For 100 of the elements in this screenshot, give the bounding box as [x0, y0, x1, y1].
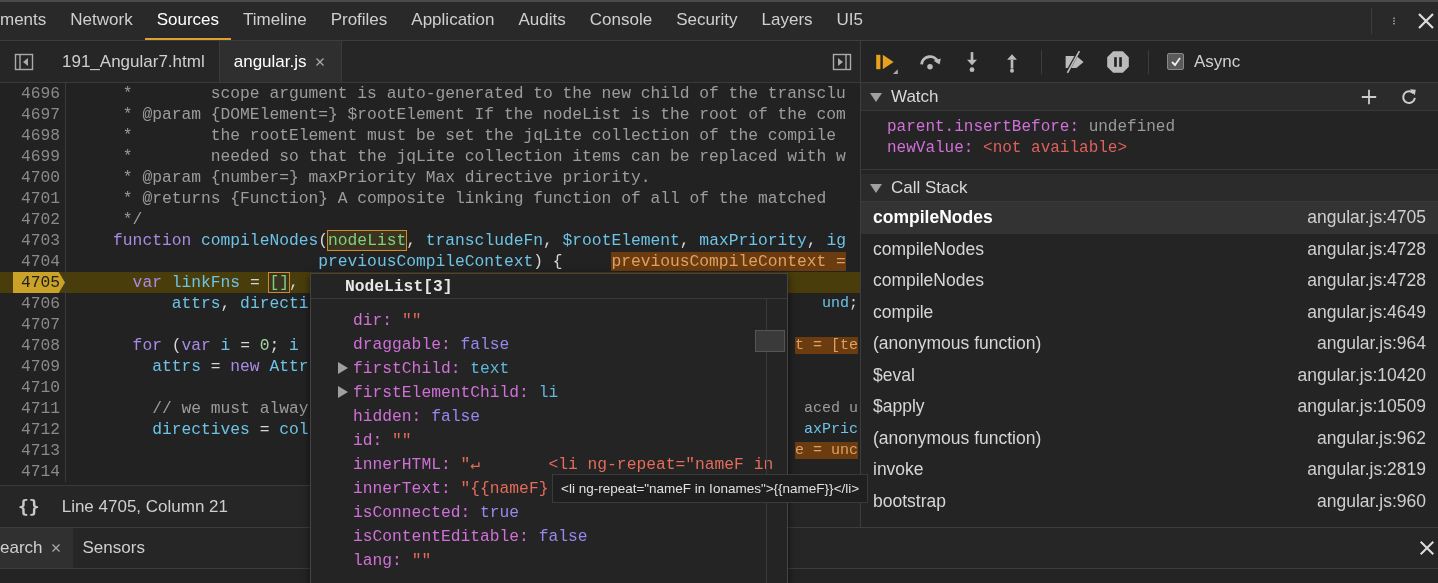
code-line: previousCompileContext) { previousCompileContext = — [317, 252, 846, 271]
line-number[interactable]: 4714 — [20, 461, 65, 482]
async-checkbox[interactable] — [1167, 53, 1184, 70]
call-stack-frame[interactable]: $eval angular.js:10420 — [861, 359, 1438, 391]
disclosure-triangle-icon[interactable] — [337, 361, 349, 375]
object-property: isConnected: true — [353, 502, 520, 522]
code-line: attrs = new Attr — [151, 357, 309, 376]
line-number[interactable]: 4698 — [20, 125, 65, 146]
panel-tab[interactable]: Timeline — [231, 2, 319, 40]
line-number[interactable]: 4711 — [20, 398, 65, 419]
refresh-icon[interactable] — [1400, 87, 1418, 106]
source-location: angular.js:4705 — [1307, 207, 1426, 229]
object-property: firstElementChild: li — [353, 382, 559, 402]
panel-tab[interactable]: Layers — [749, 2, 825, 40]
panel-tab[interactable]: Console — [577, 2, 665, 40]
line-number[interactable]: 4708 — [20, 335, 65, 356]
object-property: firstChild: text — [353, 358, 510, 378]
pause-on-exceptions-icon[interactable] — [1106, 49, 1130, 74]
object-property: lang: "" — [353, 550, 432, 570]
line-number[interactable]: 4696 — [20, 83, 65, 104]
source-location: angular.js:10509 — [1297, 396, 1426, 418]
line-number[interactable]: 4710 — [20, 377, 65, 398]
close-icon[interactable] — [1418, 539, 1436, 557]
close-icon[interactable] — [1416, 11, 1436, 31]
code-line: * @param {number=} maxPriority Max directive priority. — [121, 168, 651, 187]
line-number[interactable]: 4707 — [20, 314, 65, 335]
line-number[interactable]: 4703 — [20, 230, 65, 251]
call-stack-frame[interactable]: $apply angular.js:10509 — [861, 391, 1438, 423]
object-property: innerText: "{{nameF} — [353, 478, 549, 498]
call-stack-frame[interactable]: compileNodes angular.js:4705 — [861, 202, 1438, 234]
popover-title: NodeList[3] — [345, 276, 453, 296]
line-number[interactable]: 4713 — [20, 440, 65, 461]
function-name: $eval — [873, 364, 915, 386]
line-number[interactable]: 4709 — [20, 356, 65, 377]
object-property: hidden: false — [353, 406, 481, 426]
call-stack-frame[interactable]: compileNodes angular.js:4728 — [861, 233, 1438, 265]
watch-expression[interactable]: newValue: <not available> — [887, 138, 1438, 159]
code-line: * @returns {Function} A composite linking function of all of the matched — [121, 189, 827, 208]
cursor-position: Line 4705, Column 21 — [61, 496, 229, 517]
code-line: * the rootElement must be set the jqLite collection of the compile — [121, 126, 837, 145]
pretty-print-button[interactable]: {} — [18, 496, 40, 517]
function-name: bootstrap — [873, 490, 946, 512]
panel-tab[interactable]: Security — [664, 2, 750, 40]
section-title[interactable]: Watch — [891, 86, 939, 107]
line-number[interactable]: 4700 — [20, 167, 65, 188]
drawer-tab[interactable]: Sensors — [72, 528, 155, 568]
line-number[interactable]: 4697 — [20, 104, 65, 125]
call-stack-frame[interactable]: (anonymous function) angular.js:962 — [861, 422, 1438, 454]
panel-tab[interactable]: Profiles — [318, 2, 400, 40]
code-line: */ — [121, 210, 143, 229]
sidebar-toggle-icon[interactable] — [14, 51, 34, 72]
code-line: for (var i = 0; i — [131, 336, 299, 355]
function-name: compile — [873, 301, 934, 323]
watch-expression[interactable]: parent.insertBefore: undefined — [887, 117, 1438, 138]
code-line: attrs, directi — [170, 294, 309, 313]
source-location: angular.js:960 — [1317, 490, 1426, 512]
file-tab[interactable]: 191_Angular7.html — [48, 41, 219, 82]
function-name: compileNodes — [873, 207, 993, 229]
scrollbar-thumb[interactable] — [755, 330, 785, 352]
source-location: angular.js:962 — [1317, 427, 1426, 449]
call-stack-frame[interactable]: (anonymous function) angular.js:964 — [861, 328, 1438, 360]
disclosure-triangle-icon[interactable] — [337, 385, 349, 399]
line-number[interactable]: 4712 — [20, 419, 65, 440]
drawer-tab[interactable]: earch — [0, 528, 73, 568]
code-fragment: aced u — [804, 399, 859, 418]
function-name: compileNodes — [873, 270, 984, 292]
line-number[interactable]: 4705 — [12, 272, 65, 293]
panel-tab[interactable]: Application — [399, 2, 507, 40]
function-name: (anonymous function) — [873, 427, 1042, 449]
panel-tab[interactable]: Network — [58, 2, 145, 40]
line-number[interactable]: 4699 — [20, 146, 65, 167]
panel-tab[interactable]: UI5 — [824, 2, 876, 40]
code-line: * needed so that the jqLite collection items can be replaced with w — [121, 147, 846, 166]
add-icon[interactable] — [1360, 87, 1378, 106]
line-number[interactable]: 4704 — [20, 251, 65, 272]
section-title[interactable]: Call Stack — [891, 177, 968, 198]
object-property: draggable: false — [353, 334, 510, 354]
object-property: id: "" — [353, 430, 412, 450]
call-stack-frame[interactable]: compile angular.js:4649 — [861, 296, 1438, 328]
object-property: isContentEditable: false — [353, 526, 588, 546]
code-line: * scope argument is auto-generated to the new child of the transclu — [121, 84, 846, 103]
sidebar-toggle-icon[interactable] — [832, 51, 852, 72]
code-line: * @param {DOMElement=} $rootElement If the nodeList is the root of the com — [121, 105, 846, 124]
tooltip: <li ng-repeat="nameF in Ionames">{{nameF}}</li> — [552, 474, 869, 503]
call-stack-frame[interactable]: compileNodes angular.js:4728 — [861, 265, 1438, 297]
object-property: dir: "" — [353, 310, 422, 330]
line-number[interactable]: 4706 — [20, 293, 65, 314]
function-name: (anonymous function) — [873, 333, 1042, 355]
source-location: angular.js:2819 — [1307, 459, 1426, 481]
code-line: // we must alway — [151, 399, 309, 418]
panel-tab[interactable]: ments — [0, 2, 59, 40]
code-fragment: e = unc — [795, 441, 859, 460]
line-number[interactable]: 4702 — [20, 209, 65, 230]
line-number[interactable]: 4701 — [20, 188, 65, 209]
async-label: Async — [1194, 51, 1241, 72]
code-line: directives = col — [151, 420, 309, 439]
source-location: angular.js:4728 — [1307, 238, 1426, 260]
file-tab[interactable]: angular.js — [218, 41, 342, 82]
source-location: angular.js:4728 — [1307, 270, 1426, 292]
panel-tab[interactable]: Audits — [506, 2, 578, 40]
